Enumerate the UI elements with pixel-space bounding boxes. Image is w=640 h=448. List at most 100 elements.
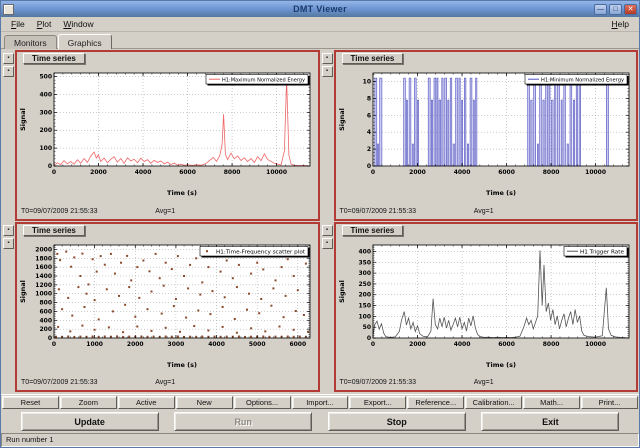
svg-text:Time (s): Time (s)	[167, 361, 197, 369]
svg-text:Signal: Signal	[338, 108, 346, 131]
panel-footer: T0=09/07/2009 21:55:33 Avg=1	[17, 208, 318, 219]
panel-button-2[interactable]: ▪	[3, 238, 14, 249]
svg-text:800: 800	[40, 299, 53, 306]
panel-button-1[interactable]: ▪	[3, 225, 14, 236]
svg-text:200: 200	[358, 291, 371, 298]
options-button[interactable]: Options...	[234, 396, 291, 409]
svg-text:8: 8	[367, 95, 371, 102]
t0-label: T0=09/07/2009 21:55:33	[21, 208, 97, 215]
panel-button-2[interactable]: ▪	[322, 66, 333, 77]
svg-text:200: 200	[40, 326, 53, 333]
svg-text:2000: 2000	[36, 246, 53, 253]
update-button[interactable]: Update	[21, 412, 159, 431]
svg-text:4000: 4000	[135, 169, 152, 176]
trigger-rate-chart[interactable]: 0200040006000800010000050100150200250300…	[336, 237, 636, 369]
maximize-icon[interactable]: □	[609, 4, 622, 15]
plot-cell-1: ▪ ▪ Time series 020004000600080001000001…	[2, 50, 320, 221]
window-title: DMT Viewer	[1, 4, 639, 14]
svg-text:Signal: Signal	[19, 280, 27, 303]
svg-text:0: 0	[48, 163, 52, 170]
plot-toolbar: Reset Zoom Active New Options... Import.…	[1, 394, 639, 410]
t0-label: T0=09/07/2009 21:55:33	[340, 379, 416, 386]
title-bar[interactable]: DMT Viewer — □ ✕	[1, 1, 639, 17]
plot-cell-2: ▪ ▪ Time series 020004000600080001000002…	[321, 50, 639, 221]
avg-label: Avg=1	[474, 379, 494, 386]
svg-text:3000: 3000	[168, 341, 185, 348]
panel-button-1[interactable]: ▪	[3, 53, 14, 64]
svg-text:6000: 6000	[498, 341, 515, 348]
reference-button[interactable]: Reference...	[407, 396, 464, 409]
svg-text:300: 300	[358, 270, 371, 277]
svg-text:5000: 5000	[249, 341, 266, 348]
svg-text:10000: 10000	[266, 169, 287, 176]
time-frequency-scatter-chart[interactable]: 0100020003000400050006000020040060080010…	[17, 237, 317, 369]
exit-button[interactable]: Exit	[481, 412, 619, 431]
new-button[interactable]: New	[176, 396, 233, 409]
svg-text:4000: 4000	[453, 341, 470, 348]
panel-button-1[interactable]: ▪	[322, 53, 333, 64]
svg-text:400: 400	[40, 317, 53, 324]
svg-text:0: 0	[367, 335, 371, 342]
svg-text:1800: 1800	[36, 255, 53, 262]
svg-text:H1:Maximum Normalized Energy: H1:Maximum Normalized Energy	[222, 77, 305, 83]
menu-item-window[interactable]: Window	[57, 18, 99, 30]
dmt-viewer-window: DMT Viewer — □ ✕ File Plot Window Help M…	[0, 0, 640, 448]
panel-button-2[interactable]: ▪	[3, 66, 14, 77]
svg-text:100: 100	[358, 313, 371, 320]
svg-text:100: 100	[40, 145, 53, 152]
min-normalized-energy-chart[interactable]: 02000400060008000100000246810Time (s)Sig…	[336, 65, 636, 197]
svg-text:400: 400	[358, 248, 371, 255]
reset-button[interactable]: Reset	[2, 396, 59, 409]
svg-text:8000: 8000	[224, 169, 241, 176]
time-series-panel-1: Time series 0200040006000800010000010020…	[15, 50, 320, 221]
svg-text:6: 6	[367, 112, 371, 119]
run-number-text: Run number 1	[6, 435, 54, 444]
panel-footer: T0=09/07/2009 21:55:33 Avg=1	[336, 379, 637, 390]
svg-text:H1:Minimum Normalized Energy: H1:Minimum Normalized Energy	[541, 77, 624, 83]
import-button[interactable]: Import...	[292, 396, 349, 409]
menu-item-plot[interactable]: Plot	[31, 18, 58, 30]
print-button[interactable]: Print...	[581, 396, 638, 409]
tab-graphics[interactable]: Graphics	[58, 34, 112, 49]
math-button[interactable]: Math...	[523, 396, 580, 409]
menu-item-help[interactable]: Help	[606, 18, 635, 30]
svg-text:10: 10	[362, 78, 370, 85]
t0-label: T0=09/07/2009 21:55:33	[21, 379, 97, 386]
run-button[interactable]: Run	[174, 412, 312, 431]
svg-text:2: 2	[367, 146, 371, 153]
active-button[interactable]: Active	[118, 396, 175, 409]
tab-bar: Monitors Graphics	[1, 32, 639, 49]
svg-text:0: 0	[371, 169, 375, 176]
panel-tab-label[interactable]: Time series	[342, 225, 404, 236]
svg-text:10000: 10000	[585, 169, 606, 176]
svg-text:50: 50	[362, 324, 370, 331]
svg-text:4000: 4000	[208, 341, 225, 348]
svg-text:6000: 6000	[498, 169, 515, 176]
svg-text:4: 4	[367, 129, 371, 136]
menu-item-file[interactable]: File	[5, 18, 31, 30]
panel-tab-label[interactable]: Time series	[23, 225, 85, 236]
panel-button-2[interactable]: ▪	[322, 238, 333, 249]
minimize-icon[interactable]: —	[594, 4, 607, 15]
calibration-button[interactable]: Calibration...	[465, 396, 522, 409]
svg-text:350: 350	[358, 259, 371, 266]
panel-tab-label[interactable]: Time series	[23, 53, 85, 64]
time-series-panel-4: Time series 0200040006000800010000050100…	[334, 222, 639, 393]
panel-button-1[interactable]: ▪	[322, 225, 333, 236]
svg-text:600: 600	[40, 308, 53, 315]
svg-text:8000: 8000	[542, 341, 559, 348]
svg-text:2000: 2000	[409, 341, 426, 348]
svg-text:0: 0	[48, 335, 52, 342]
stop-button[interactable]: Stop	[328, 412, 466, 431]
export-button[interactable]: Export...	[349, 396, 406, 409]
svg-text:H1:Time-Frequency scatter plot: H1:Time-Frequency scatter plot	[216, 249, 305, 255]
max-normalized-energy-chart[interactable]: 02000400060008000100000100200300400500Ti…	[17, 65, 317, 197]
plot-cell-3: ▪ ▪ Time series 010002000300040005000600…	[2, 222, 320, 393]
t0-label: T0=09/07/2009 21:55:33	[340, 208, 416, 215]
close-icon[interactable]: ✕	[624, 4, 637, 15]
tab-monitors[interactable]: Monitors	[4, 35, 57, 49]
plot-grid: ▪ ▪ Time series 020004000600080001000001…	[1, 49, 639, 394]
zoom-button[interactable]: Zoom	[60, 396, 117, 409]
svg-text:400: 400	[40, 91, 53, 98]
panel-tab-label[interactable]: Time series	[342, 53, 404, 64]
